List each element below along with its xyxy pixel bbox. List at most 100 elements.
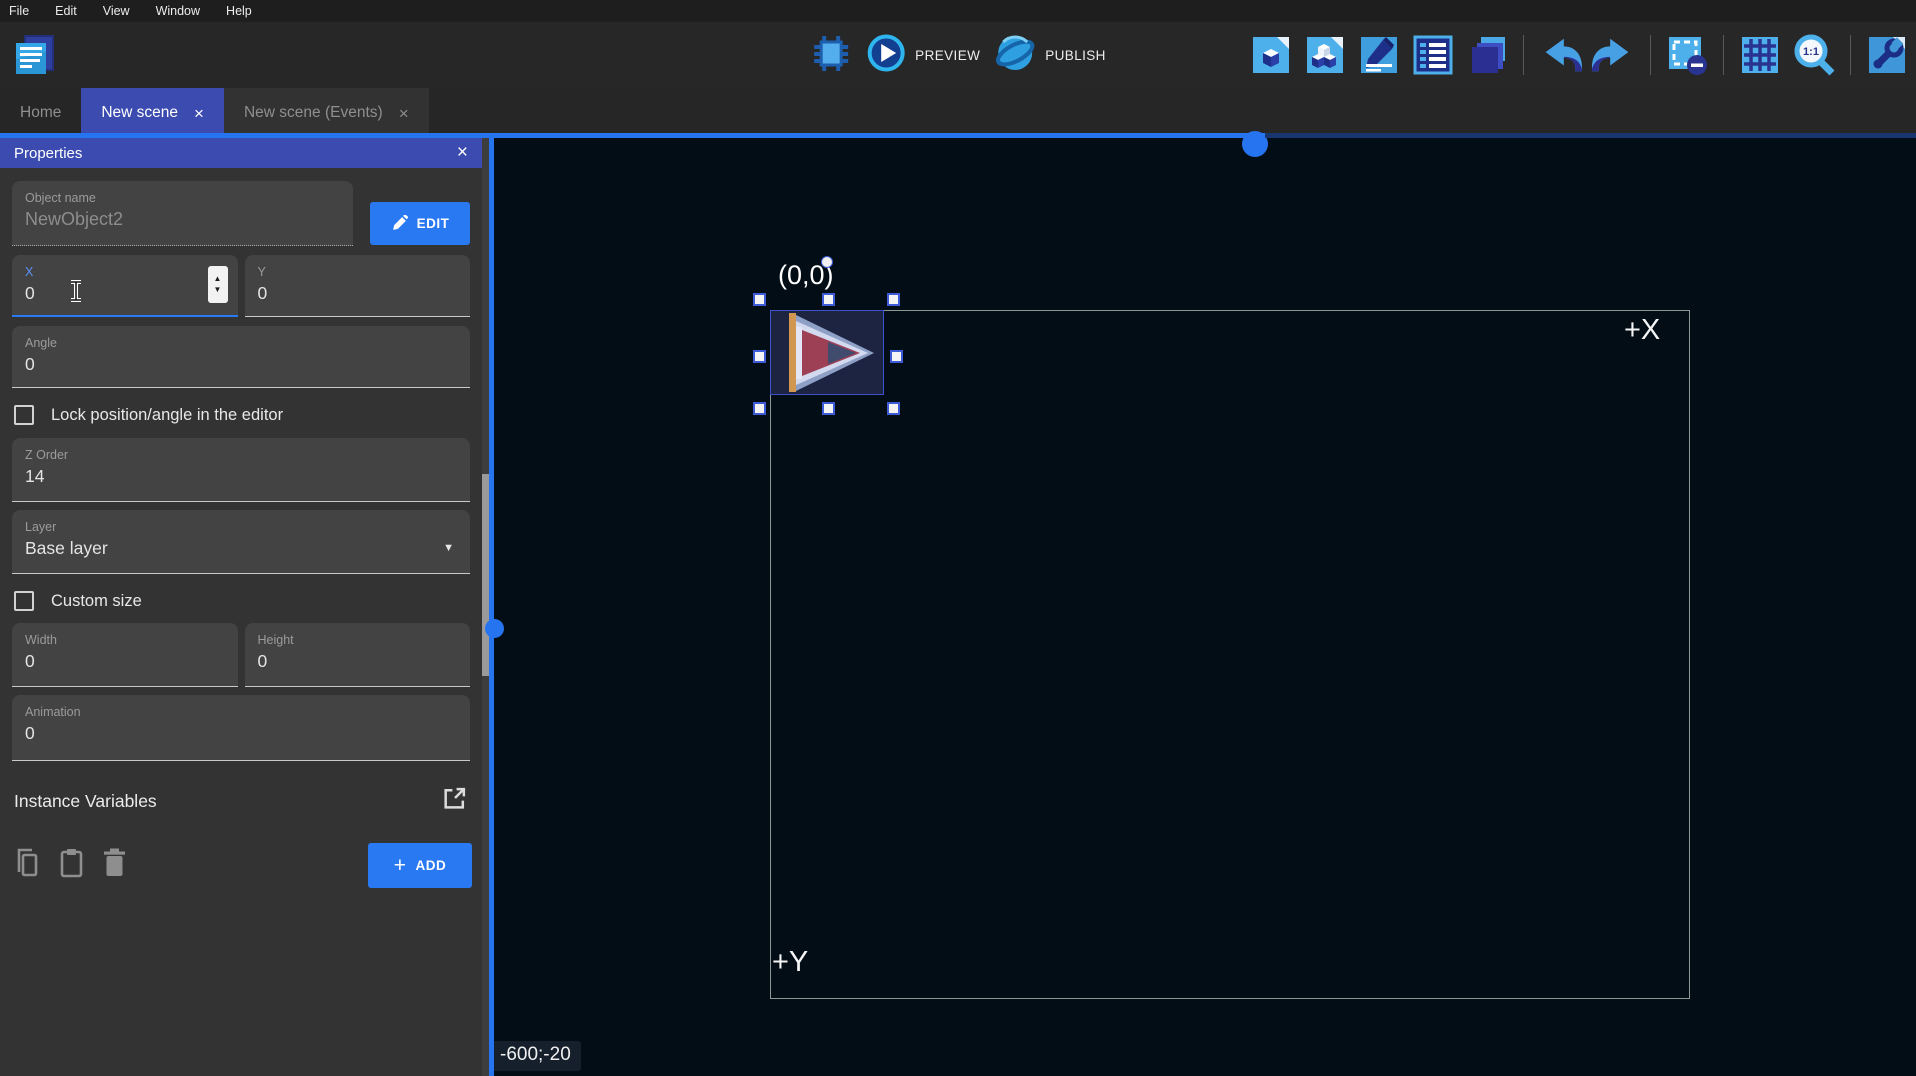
pencil-icon xyxy=(391,215,408,232)
spin-down-icon[interactable]: ▼ xyxy=(214,286,222,294)
custom-size-checkbox[interactable] xyxy=(14,591,34,611)
x-value: 0 xyxy=(25,283,225,304)
object-icon xyxy=(1249,33,1293,77)
object-groups-icon xyxy=(1303,33,1347,77)
toolbar-divider xyxy=(1723,35,1724,75)
toolbar-divider xyxy=(1650,35,1651,75)
layers-icon xyxy=(1465,33,1509,77)
copy-icon[interactable] xyxy=(14,847,41,884)
width-field[interactable]: Width 0 xyxy=(12,623,238,687)
grid-button[interactable] xyxy=(1737,32,1783,78)
menu-file[interactable]: File xyxy=(0,4,42,18)
text-cursor xyxy=(68,279,84,308)
rotation-handle[interactable] xyxy=(821,256,833,268)
undo-button[interactable] xyxy=(1537,32,1583,78)
tab-new-scene[interactable]: New scene × xyxy=(81,88,224,138)
chevron-down-icon[interactable]: ▼ xyxy=(443,542,454,554)
panel-scrollbar[interactable] xyxy=(482,138,489,1076)
lock-position-row: Lock position/angle in the editor xyxy=(14,400,470,430)
deselect-icon xyxy=(1665,33,1709,77)
tab-events-label: New scene (Events) xyxy=(244,104,383,122)
menu-window[interactable]: Window xyxy=(143,4,213,18)
instance-variables-title: Instance Variables xyxy=(14,791,157,812)
selected-object-sprite[interactable] xyxy=(770,310,884,395)
scene-canvas[interactable]: (0,0) +X +Y -600;- xyxy=(494,138,1916,1076)
lock-position-checkbox[interactable] xyxy=(14,405,34,425)
clear-selection-button[interactable] xyxy=(1664,32,1710,78)
drawer-side-edge[interactable] xyxy=(489,138,494,1076)
angle-field[interactable]: Angle 0 xyxy=(12,326,470,388)
trash-icon[interactable] xyxy=(102,847,127,884)
selection-handle-bottom-right[interactable] xyxy=(887,402,900,415)
y-label: Y xyxy=(258,265,458,279)
debugger-icon xyxy=(810,32,852,79)
animation-label: Animation xyxy=(25,705,457,719)
spin-up-icon[interactable]: ▲ xyxy=(214,275,222,283)
layer-select[interactable]: Layer Base layer ▼ xyxy=(12,510,470,574)
close-tab-icon[interactable]: × xyxy=(399,105,409,122)
scene-settings-button[interactable] xyxy=(1864,32,1910,78)
publish-button[interactable]: PUBLISH xyxy=(994,32,1106,79)
y-position-field[interactable]: Y 0 xyxy=(245,255,471,317)
preview-button[interactable]: PREVIEW xyxy=(866,33,980,78)
layer-label: Layer xyxy=(25,520,457,534)
open-in-new-icon[interactable] xyxy=(441,785,468,817)
instances-list-button[interactable] xyxy=(1410,32,1456,78)
add-variable-button[interactable]: + ADD xyxy=(368,843,472,888)
edit-object-button[interactable]: EDIT xyxy=(370,202,470,245)
selection-handle-top-center[interactable] xyxy=(822,293,835,306)
x-stepper[interactable]: ▲ ▼ xyxy=(208,266,228,303)
selection-handle-mid-left[interactable] xyxy=(753,350,766,363)
animation-field[interactable]: Animation 0 xyxy=(12,695,470,761)
x-axis-label: +X xyxy=(1624,314,1660,347)
object-name-field[interactable]: Object name NewObject2 xyxy=(12,181,353,246)
tab-bar: Home New scene × New scene (Events) × xyxy=(0,88,1916,138)
drawer-top-edge-dim xyxy=(1265,133,1916,138)
grid-icon xyxy=(1738,33,1782,77)
selection-handle-top-right[interactable] xyxy=(887,293,900,306)
tab-home[interactable]: Home xyxy=(0,88,81,138)
close-tab-icon[interactable]: × xyxy=(194,105,204,122)
play-icon xyxy=(866,33,906,78)
redo-button[interactable] xyxy=(1591,32,1637,78)
zoom-original-button[interactable]: 1:1 xyxy=(1791,32,1837,78)
z-order-field[interactable]: Z Order 14 xyxy=(12,438,470,502)
selection-handle-bottom-center[interactable] xyxy=(822,402,835,415)
x-position-field[interactable]: X 0 ▲ ▼ xyxy=(12,255,238,317)
menu-edit[interactable]: Edit xyxy=(42,4,90,18)
drawer-side-handle[interactable] xyxy=(485,619,504,638)
menu-help[interactable]: Help xyxy=(213,4,265,18)
layers-button[interactable] xyxy=(1464,32,1510,78)
redo-icon xyxy=(1591,32,1637,78)
close-panel-icon[interactable]: × xyxy=(457,142,468,164)
tab-scene-label: New scene xyxy=(101,104,178,122)
spaceship-sprite xyxy=(771,311,883,394)
height-field[interactable]: Height 0 xyxy=(245,623,471,687)
tab-new-scene-events[interactable]: New scene (Events) × xyxy=(224,88,429,138)
undo-icon xyxy=(1537,32,1583,78)
lock-position-label: Lock position/angle in the editor xyxy=(51,406,283,425)
add-object-button[interactable] xyxy=(1248,32,1294,78)
paste-icon[interactable] xyxy=(58,847,85,884)
project-manager-icon[interactable] xyxy=(10,31,58,79)
toolbar-divider xyxy=(1523,35,1524,75)
panel-scrollbar-thumb[interactable] xyxy=(482,474,489,676)
menu-bar: File Edit View Window Help xyxy=(0,0,1916,22)
edit-scene-properties-button[interactable] xyxy=(1356,32,1402,78)
selection-handle-bottom-left[interactable] xyxy=(753,402,766,415)
gdevelop-window: File Edit View Window Help xyxy=(0,0,1916,1076)
layer-value: Base layer xyxy=(25,538,457,559)
menu-view[interactable]: View xyxy=(90,4,143,18)
wrench-icon xyxy=(1865,33,1909,77)
cursor-position-badge: -600;-20 xyxy=(494,1041,581,1071)
selection-handle-mid-right[interactable] xyxy=(890,350,903,363)
debugger-button[interactable] xyxy=(810,32,852,79)
instances-list-icon xyxy=(1411,33,1455,77)
x-label: X xyxy=(25,265,225,279)
object-groups-button[interactable] xyxy=(1302,32,1348,78)
custom-size-row: Custom size xyxy=(14,586,470,616)
instance-variables-header: Instance Variables xyxy=(14,785,468,817)
selection-handle-top-left[interactable] xyxy=(753,293,766,306)
instance-variables-actions: + ADD xyxy=(14,843,472,888)
plus-icon: + xyxy=(394,855,407,876)
